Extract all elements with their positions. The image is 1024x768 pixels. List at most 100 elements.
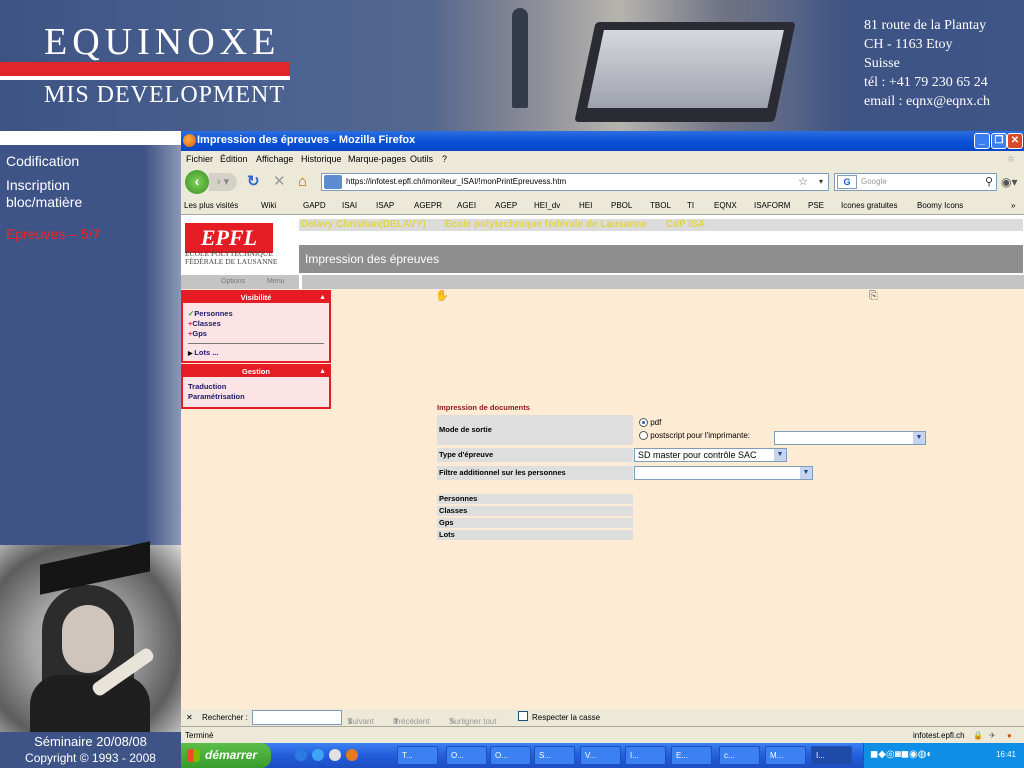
visibility-item-personnes[interactable]: ✓Personnes [183, 309, 329, 319]
reload-icon[interactable]: ↻ [247, 173, 260, 191]
minimize-icon[interactable]: _ [974, 133, 990, 149]
restore-icon[interactable]: ❐ [991, 133, 1007, 149]
list-personnes[interactable]: Personnes [437, 494, 633, 504]
filter-select[interactable]: ▼ [634, 466, 813, 480]
bookmark-agepr[interactable]: AGEPR [414, 201, 442, 210]
site-identity-icon[interactable] [324, 175, 342, 189]
tab-menu[interactable]: Menu [267, 278, 285, 285]
tray-icons[interactable]: ◼◆◎◙◼◉◍◐ [870, 749, 933, 760]
lock-icon[interactable]: 🔒 [973, 731, 983, 740]
radio-pdf[interactable] [639, 418, 648, 428]
slide-nav-codification[interactable]: Codification [6, 153, 79, 170]
menu-historique[interactable]: Historique [301, 154, 342, 164]
collapse-icon[interactable]: ▲ [319, 366, 326, 377]
mode-option-pdf[interactable]: pdf [639, 418, 661, 428]
mode-label: Mode de sortie [437, 415, 633, 445]
menu-edition[interactable]: Édition [220, 154, 248, 164]
url-dropdown-icon[interactable]: ▾ [819, 174, 823, 190]
address-phone: tél : +41 79 230 65 24 [864, 75, 988, 90]
visibility-item-classes[interactable]: +Classes [183, 319, 329, 329]
bookmark-isap[interactable]: ISAP [376, 201, 394, 210]
search-input[interactable]: G Google ⚲ [834, 173, 997, 191]
forward-icon[interactable]: › ▾ [209, 173, 237, 191]
bookmark-eqnx[interactable]: EQNX [714, 201, 737, 210]
find-input[interactable] [252, 710, 342, 725]
home-icon[interactable]: ⌂ [298, 173, 307, 191]
start-button[interactable]: démarrer [181, 743, 271, 768]
addon-icon[interactable]: ◉▾ [1001, 173, 1018, 191]
bookmark-wiki[interactable]: Wiki [261, 201, 276, 210]
bookmark-hei[interactable]: HEI [579, 201, 592, 210]
list-lots[interactable]: Lots [437, 530, 633, 540]
chevron-down-icon[interactable]: ▼ [913, 432, 925, 444]
gestion-item-parametrisation[interactable]: Paramétrisation [183, 392, 329, 402]
status-bar: Terminé infotest.epfl.ch 🔒 ✈ ● [181, 726, 1024, 743]
list-classes[interactable]: Classes [437, 506, 633, 516]
firefox-status-icon[interactable]: ● [1007, 731, 1012, 740]
taskbar-item[interactable]: T... [397, 746, 438, 765]
type-select[interactable]: SD master pour contrôle SAC ▼ [634, 448, 787, 462]
taskbar-item[interactable]: S... [534, 746, 575, 765]
bookmark-isai[interactable]: ISAI [342, 201, 357, 210]
media-icon[interactable] [329, 749, 341, 761]
desktop-icon[interactable] [312, 749, 324, 761]
back-icon[interactable]: ‹ [185, 170, 209, 194]
url-bar[interactable]: https://infotest.epfl.ch/imoniteur_ISAI/… [321, 173, 829, 191]
menu-help[interactable]: ? [442, 154, 447, 164]
taskbar-item[interactable]: O... [490, 746, 531, 765]
bookmark-gapd[interactable]: GAPD [303, 201, 326, 210]
chevron-down-icon[interactable]: ▼ [774, 449, 786, 461]
visibility-item-gps[interactable]: +Gps [183, 329, 329, 339]
bookmark-isaform[interactable]: ISAFORM [754, 201, 790, 210]
bookmark-ti[interactable]: TI [687, 201, 694, 210]
clock[interactable]: 16:41 [996, 750, 1016, 759]
bookmark-agep[interactable]: AGEP [495, 201, 517, 210]
slide-nav-inscription[interactable]: Inscription bloc/matière [6, 177, 116, 211]
google-icon[interactable]: G [837, 175, 857, 189]
close-icon[interactable]: ✕ [1007, 133, 1023, 149]
menu-outils[interactable]: Outils [410, 154, 433, 164]
find-label: Rechercher : [202, 713, 248, 722]
bookmark-pse[interactable]: PSE [808, 201, 824, 210]
printer-select[interactable]: ▼ [774, 431, 926, 445]
radio-postscript[interactable] [639, 431, 648, 441]
tab-options[interactable]: Options [221, 278, 245, 285]
bookmark-icones[interactable]: Icones gratuites [841, 201, 897, 210]
mode-option-postscript[interactable]: postscript pour l'imprimante: [639, 431, 750, 441]
slide-nav-epreuves[interactable]: Epreuves – 5/7 [6, 226, 100, 243]
taskbar-item[interactable]: I... [625, 746, 666, 765]
bookmark-agei[interactable]: AGEI [457, 201, 476, 210]
gestion-item-traduction[interactable]: Traduction [183, 382, 329, 392]
taskbar-item[interactable]: E... [671, 746, 712, 765]
taskbar-item[interactable]: M... [765, 746, 806, 765]
collapse-icon[interactable]: ▲ [319, 292, 326, 303]
bookmark-boomy[interactable]: Boomy Icons [917, 201, 963, 210]
list-gps[interactable]: Gps [437, 518, 633, 528]
menu-marque-pages[interactable]: Marque-pages [348, 154, 406, 164]
menu-affichage[interactable]: Affichage [256, 154, 293, 164]
firefox-quicklaunch-icon[interactable] [346, 749, 358, 761]
taskbar-item[interactable]: c... [719, 746, 760, 765]
chevron-down-icon[interactable]: ▼ [800, 467, 812, 479]
taskbar-item-active[interactable]: I... [811, 746, 852, 765]
match-case-label[interactable]: Respecter la casse [532, 713, 600, 722]
find-close-icon[interactable]: ✕ [186, 713, 193, 722]
bookmark-pbol[interactable]: PBOL [611, 201, 632, 210]
visibility-item-lots[interactable]: ▶ Lots ... [183, 348, 329, 359]
tools-icon[interactable]: ✈ [989, 731, 996, 740]
stop-icon[interactable]: ✕ [273, 173, 286, 191]
search-icon[interactable]: ⚲ [985, 174, 993, 190]
paperclip-icon[interactable]: ⎘ [869, 290, 883, 302]
bookmark-tbol[interactable]: TBOL [650, 201, 671, 210]
menu-fichier[interactable]: Fichier [186, 154, 213, 164]
bookmarks-overflow-icon[interactable]: » [1011, 201, 1015, 210]
bookmark-most-visited[interactable]: Les plus visités [184, 201, 238, 210]
match-case-checkbox[interactable] [518, 711, 528, 721]
hand-icon: ✋ [435, 290, 449, 302]
ie-icon[interactable] [295, 749, 307, 761]
bookmark-star-icon[interactable]: ☆ [798, 174, 808, 190]
bookmark-hei-dv[interactable]: HEI_dv [534, 201, 560, 210]
taskbar-item[interactable]: O... [446, 746, 487, 765]
taskbar-item[interactable]: V... [580, 746, 621, 765]
gestion-header: Gestion ▲ [183, 366, 329, 377]
